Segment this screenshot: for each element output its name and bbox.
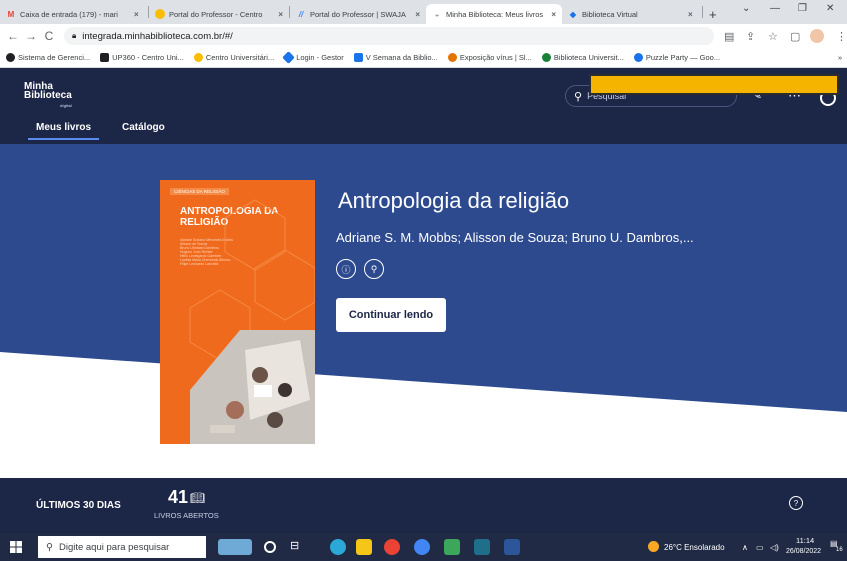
edge-icon[interactable] xyxy=(330,539,346,555)
browser-menu-icon[interactable]: ⋮ xyxy=(836,30,847,43)
gmail-icon: M xyxy=(7,9,15,19)
file-explorer-icon[interactable] xyxy=(356,539,372,555)
clock-time[interactable]: 11:14 xyxy=(796,536,814,545)
chrome-icon[interactable] xyxy=(384,539,400,555)
bookmark-icon xyxy=(6,53,15,62)
forward-icon[interactable]: → xyxy=(22,29,40,43)
address-bar-row: ← → C 🔒︎ integrada.minhabiblioteca.com.b… xyxy=(0,24,847,48)
bookmark-item[interactable]: Login - Gestor xyxy=(282,51,344,64)
task-view-icon[interactable]: ⊟ xyxy=(290,539,306,555)
main-nav: Meus livros Catálogo xyxy=(0,118,847,144)
back-icon[interactable]: ← xyxy=(4,29,22,43)
translate-icon[interactable]: ▤ xyxy=(724,30,734,43)
tab-search-icon[interactable]: ⌄ xyxy=(742,3,750,14)
search-in-book-icon[interactable]: ⚲ xyxy=(364,259,384,279)
widgets-icon[interactable] xyxy=(218,539,252,555)
bookmark-icon xyxy=(100,53,110,62)
browser-tab[interactable]: Portal do Professor - Centro × xyxy=(149,4,289,24)
bookmark-item[interactable]: UP360 - Centro Uni... xyxy=(100,53,184,62)
bookmark-item[interactable]: Centro Universitári... xyxy=(193,53,274,62)
book-authors: Adriane S. M. Mobbs; Alisson de Souza; B… xyxy=(336,230,694,245)
app-icon[interactable] xyxy=(474,539,490,555)
new-tab-button[interactable]: + xyxy=(703,4,723,24)
swaja-icon: // xyxy=(298,9,304,19)
cover-photo xyxy=(190,330,315,444)
bookmark-item[interactable]: Exposição vírus | Sl... xyxy=(447,53,532,62)
app-icon[interactable] xyxy=(504,539,520,555)
bookmark-item[interactable]: Puzzle Party — Goo... xyxy=(633,53,720,62)
close-window-icon[interactable]: ✕ xyxy=(826,3,834,14)
stats-label: ÚLTIMOS 30 DIAS xyxy=(36,500,121,511)
tab-catalogo[interactable]: Catálogo xyxy=(122,122,165,133)
side-panel-icon[interactable]: ▢ xyxy=(790,30,800,43)
url-text: integrada.minhabiblioteca.com.br/#/ xyxy=(82,30,233,42)
more-bookmarks-icon[interactable]: » xyxy=(838,53,842,62)
close-icon[interactable]: × xyxy=(551,10,556,19)
books-opened-count: 41 xyxy=(168,487,189,507)
browser-tab-active[interactable]: ◒ Minha Biblioteca: Meus livros × xyxy=(426,4,562,24)
bookmark-item[interactable]: Sistema de Gerenci... xyxy=(6,53,90,62)
bookmark-icon xyxy=(633,53,643,62)
minimize-icon[interactable]: — xyxy=(770,3,780,14)
library-icon: ◒ xyxy=(434,9,440,19)
network-icon[interactable]: ▭ xyxy=(756,543,764,552)
close-icon[interactable]: × xyxy=(688,10,693,19)
books-opened-label: LIVROS ABERTOS xyxy=(154,511,219,520)
tray-chevron-icon[interactable]: ∧ xyxy=(742,543,748,552)
continue-reading-button[interactable]: Continuar lendo xyxy=(336,298,446,332)
redaction-overlay xyxy=(589,74,839,95)
bookmark-item[interactable]: Biblioteca Universit... xyxy=(541,53,624,62)
close-icon[interactable]: × xyxy=(134,10,139,19)
book-cover[interactable]: CIÊNCIAS DA RELIGIÃO ANTROPOLOGIA DA REL… xyxy=(160,180,315,444)
hero-section: CIÊNCIAS DA RELIGIÃO ANTROPOLOGIA DA REL… xyxy=(0,144,847,462)
bookmarks-bar: Sistema de Gerenci... UP360 - Centro Uni… xyxy=(0,48,847,68)
restore-icon[interactable]: ❐ xyxy=(798,3,807,14)
close-icon[interactable]: × xyxy=(415,10,420,19)
browser-tab[interactable]: M Caixa de entrada (179) - mari × xyxy=(0,4,148,24)
bookmark-icon xyxy=(353,53,363,62)
bookmark-icon xyxy=(193,53,203,62)
chrome-icon[interactable] xyxy=(414,539,430,555)
profile-avatar[interactable] xyxy=(810,29,824,43)
site-logo[interactable]: Minha Biblioteca digital xyxy=(24,82,72,110)
notifications-count: 16 xyxy=(836,547,843,553)
bookmark-icon xyxy=(282,51,296,64)
volume-icon[interactable]: ◁) xyxy=(770,543,779,552)
book-icon: 📖︎ xyxy=(190,491,206,505)
book-title: Antropologia da religião xyxy=(338,188,570,213)
weather-text[interactable]: 26°C Ensolarado xyxy=(664,543,725,552)
browser-tab-strip: M Caixa de entrada (179) - mari × Portal… xyxy=(0,0,847,24)
browser-tab[interactable]: // Portal do Professor | SWAJA × xyxy=(290,4,426,24)
bookmark-icon xyxy=(541,53,551,62)
clock-date[interactable]: 26/08/2022 xyxy=(786,548,821,555)
lock-icon: 🔒︎ xyxy=(72,31,77,40)
bookmark-item[interactable]: V Semana da Biblio... xyxy=(353,53,438,62)
search-icon: ⚲ xyxy=(574,90,583,103)
share-icon[interactable]: ⇪ xyxy=(746,30,755,43)
bookmark-icon xyxy=(447,53,457,62)
reload-icon[interactable]: C xyxy=(40,29,58,43)
weather-icon xyxy=(648,541,659,552)
bookmark-star-icon[interactable]: ☆ xyxy=(768,30,778,43)
app-icon[interactable] xyxy=(444,539,460,555)
url-bar[interactable]: 🔒︎ integrada.minhabiblioteca.com.br/#/ xyxy=(64,27,714,45)
taskbar-search-input[interactable]: ⚲ Digite aqui para pesquisar xyxy=(38,536,206,558)
virtual-library-icon: ◆ xyxy=(569,9,577,19)
browser-tab[interactable]: ◆ Biblioteca Virtual × xyxy=(562,4,702,24)
stats-bar: ÚLTIMOS 30 DIAS 41 📖︎ LIVROS ABERTOS ? xyxy=(0,478,847,533)
cortana-icon[interactable] xyxy=(264,541,276,553)
tab-meus-livros[interactable]: Meus livros xyxy=(28,122,100,140)
windows-start-icon[interactable] xyxy=(10,541,22,553)
search-icon: ⚲ xyxy=(46,541,53,553)
windows-taskbar: ⚲ Digite aqui para pesquisar ⊟ 26°C Enso… xyxy=(0,533,847,561)
info-icon[interactable]: ⓘ xyxy=(336,259,356,279)
close-icon[interactable]: × xyxy=(278,10,283,19)
portal-icon xyxy=(155,9,165,19)
help-icon[interactable]: ? xyxy=(789,496,803,510)
